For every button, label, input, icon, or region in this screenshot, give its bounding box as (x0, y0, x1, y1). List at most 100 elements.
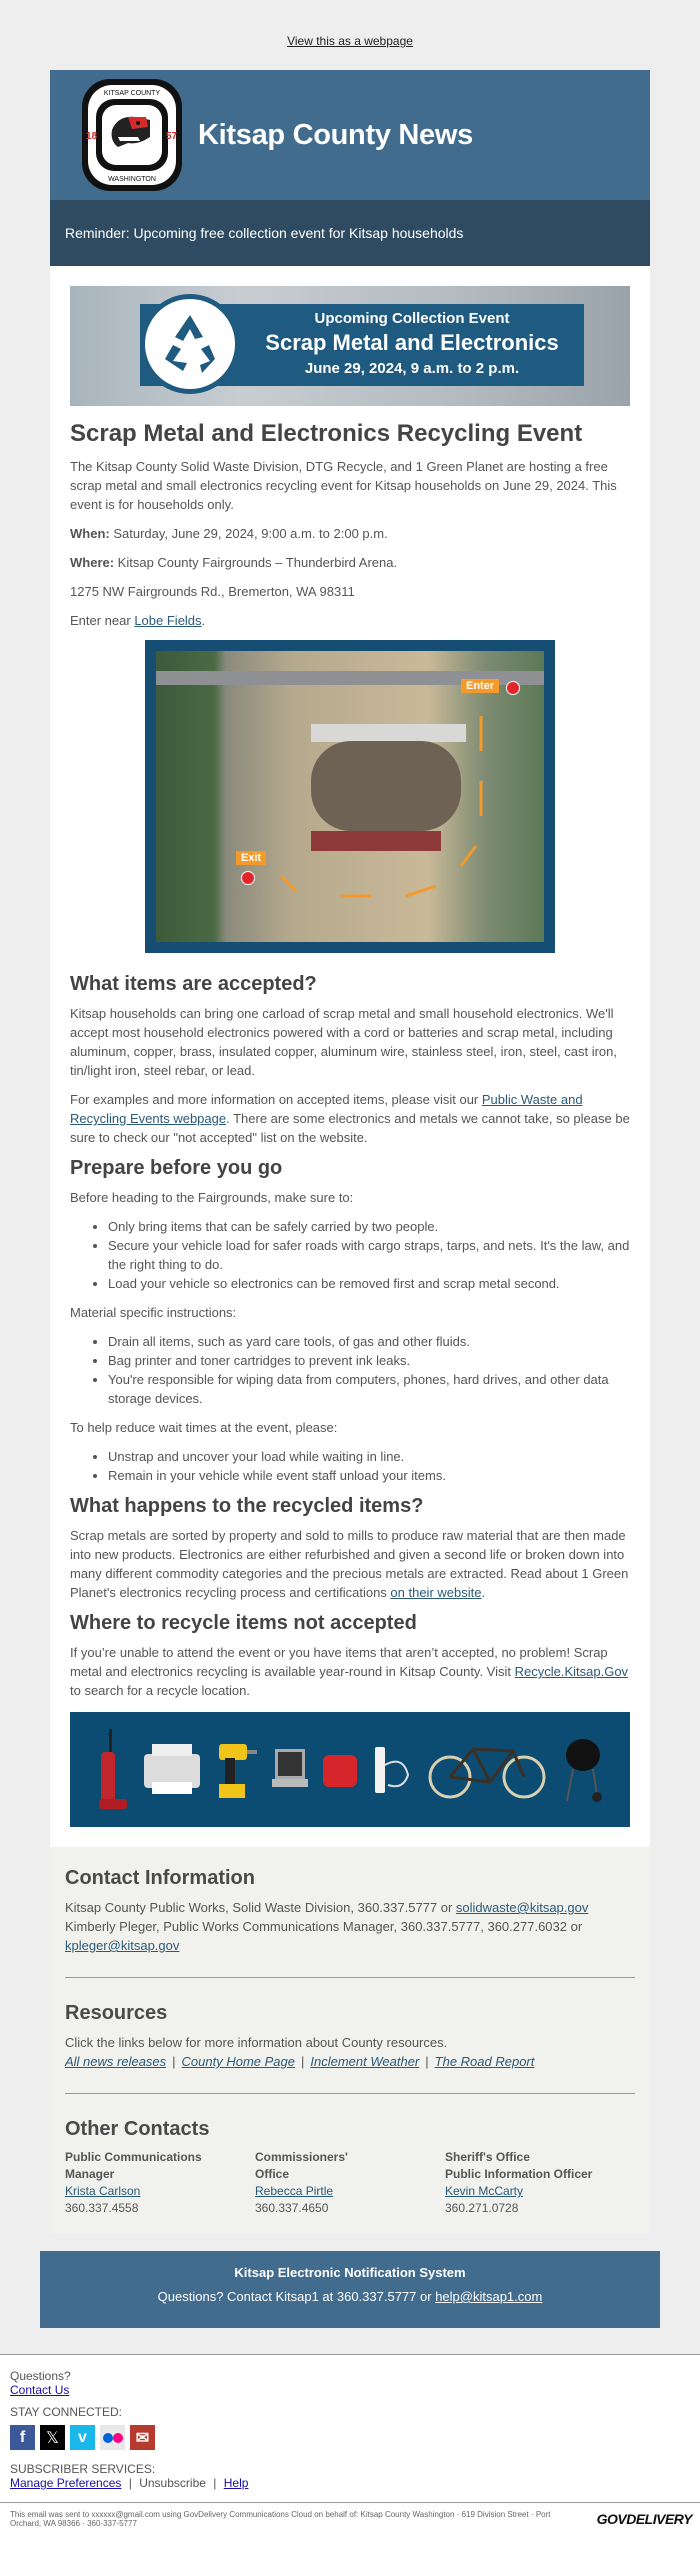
recycle-kitsap-link[interactable]: Recycle.Kitsap.Gov (515, 1664, 628, 1679)
enter-near-prefix: Enter near (70, 613, 135, 628)
printer-icon (144, 1744, 201, 1794)
svg-text:18: 18 (86, 131, 98, 142)
manage-preferences-link[interactable]: Manage Preferences (10, 2476, 121, 2490)
vimeo-icon[interactable]: v (70, 2425, 95, 2450)
divider (65, 2093, 635, 2094)
contact-role: Public Information Officer (445, 2167, 593, 2181)
inclement-weather-link[interactable]: Inclement Weather (310, 2054, 419, 2069)
where-paragraph: Where: Kitsap County Fairgrounds – Thund… (70, 553, 630, 572)
accepted-info-paragraph: For examples and more information on acc… (70, 1090, 630, 1147)
contact-name-link[interactable]: Rebecca Pirtle (255, 2184, 333, 2198)
contact-role: Public Communications (65, 2150, 202, 2164)
svg-text:57: 57 (166, 131, 178, 142)
kens-contact: Questions? Contact Kitsap1 at 360.337.57… (40, 2289, 660, 2304)
when-paragraph: When: Saturday, June 29, 2024, 9:00 a.m.… (70, 524, 630, 543)
contact-name-link[interactable]: Kevin McCarty (445, 2184, 523, 2198)
material-list: Drain all items, such as yard care tools… (108, 1332, 630, 1408)
newsletter-title: Kitsap County News (198, 118, 473, 151)
other-contacts-grid: Public Communications Manager Krista Car… (65, 2149, 635, 2217)
view-webpage-row: View this as a webpage (0, 34, 700, 70)
contact-line-1-text: Kitsap County Public Works, Solid Waste … (65, 1900, 456, 1915)
banner-text: Upcoming Collection Event Scrap Metal an… (240, 304, 584, 386)
where-value: Kitsap County Fairgrounds – Thunderbird … (114, 555, 398, 570)
help-link[interactable]: Help (224, 2476, 249, 2490)
unsubscribe-link[interactable]: Unsubscribe (139, 2476, 206, 2490)
contact-heading: Contact Information (65, 1867, 255, 1889)
separator: | (301, 2054, 305, 2069)
x-icon[interactable]: 𝕏 (40, 2425, 65, 2450)
accepted-heading: What items are accepted? (70, 973, 317, 995)
svg-text:KITSAP COUNTY: KITSAP COUNTY (104, 90, 161, 97)
resources-heading: Resources (65, 2002, 168, 2024)
contact-column: Sheriff's Office Public Information Offi… (445, 2149, 635, 2217)
green-planet-website-link[interactable]: on their website (390, 1585, 481, 1600)
separator: | (425, 2054, 429, 2069)
recycled-paragraph: Scrap metals are sorted by property and … (70, 1526, 630, 1602)
list-item: Load your vehicle so electronics can be … (108, 1274, 630, 1293)
resources-intro: Click the links below for more informati… (65, 2035, 448, 2050)
recycled-text: Scrap metals are sorted by property and … (70, 1528, 629, 1600)
govdelivery-logo: GOVDELIVERY (596, 2511, 693, 2527)
divider (65, 1977, 635, 1978)
toaster-icon (323, 1754, 358, 1787)
address: 1275 NW Fairgrounds Rd., Bremerton, WA 9… (70, 584, 355, 599)
prepare-intro: Before heading to the Fairgrounds, make … (70, 1190, 354, 1205)
kens-title: Kitsap Electronic Notification System (234, 2265, 466, 2280)
prepare-list: Only bring items that can be safely carr… (108, 1217, 630, 1293)
kitsap-county-seal-logo: 18 57 KITSAP COUNTY WASHINGTON (78, 75, 186, 195)
questions-label: Questions? (10, 2369, 71, 2383)
contact-footer: Contact Information Kitsap County Public… (50, 1847, 650, 2233)
social-links: f 𝕏 v ✉ (10, 2425, 690, 2450)
contact-phone: 360.337.4558 (65, 2201, 139, 2215)
article-title: Scrap Metal and Electronics Recycling Ev… (70, 420, 583, 447)
not-accepted-suffix: to search for a recycle location. (70, 1683, 250, 1698)
contact-column: Public Communications Manager Krista Car… (65, 2149, 255, 2217)
list-item: Remain in your vehicle while event staff… (108, 1466, 630, 1485)
laptop-icon (271, 1749, 308, 1787)
notification-system-bar: Kitsap Electronic Notification System Qu… (40, 2251, 660, 2328)
aerial-map: Enter Exit (156, 651, 544, 942)
kitsap1-email-link[interactable]: help@kitsap1.com (435, 2289, 542, 2304)
list-item: Bag printer and toner cartridges to prev… (108, 1351, 630, 1370)
sent-notice-text: This email was sent to xxxxxx@gmail.com … (10, 2510, 551, 2528)
where-label: Where: (70, 555, 115, 570)
vacuum-icon (99, 1729, 128, 1809)
lobe-fields-link[interactable]: Lobe Fields (134, 613, 201, 628)
fairgrounds-map-image: Enter Exit (145, 640, 555, 953)
contact-name-link[interactable]: Krista Carlson (65, 2184, 140, 2198)
contact-phone: 360.271.0728 (445, 2201, 519, 2215)
all-news-releases-link[interactable]: All news releases (65, 2054, 166, 2069)
contact-role: Manager (65, 2167, 115, 2181)
material-intro: Material specific instructions: (70, 1305, 237, 1320)
sent-notice: This email was sent to xxxxxx@gmail.com … (0, 2502, 700, 2546)
contact-role: Sheriff's Office (445, 2150, 530, 2164)
power-strip-icon (375, 1746, 410, 1793)
kpleger-email-link[interactable]: kpleger@kitsap.gov (65, 1938, 179, 1953)
svg-text:WASHINGTON: WASHINGTON (108, 176, 156, 183)
flickr-icon[interactable] (100, 2425, 125, 2450)
grill-icon (565, 1738, 602, 1802)
contact-us-link[interactable]: Contact Us (10, 2383, 69, 2397)
email-icon[interactable]: ✉ (130, 2425, 155, 2450)
contact-role: Commissioners' (255, 2150, 348, 2164)
facebook-icon[interactable]: f (10, 2425, 35, 2450)
enter-near-suffix: . (201, 613, 206, 628)
masthead: 18 57 KITSAP COUNTY WASHINGTON Kitsap Co… (50, 70, 650, 200)
contact-line-2: Kimberly Pleger, Public Works Communicat… (65, 1917, 635, 1955)
article-intro: The Kitsap County Solid Waste Division, … (70, 459, 617, 512)
solidwaste-email-link[interactable]: solidwaste@kitsap.gov (456, 1900, 588, 1915)
event-banner-image: Upcoming Collection Event Scrap Metal an… (70, 286, 630, 406)
drill-icon (218, 1743, 257, 1798)
email-container: 18 57 KITSAP COUNTY WASHINGTON Kitsap Co… (50, 70, 650, 2233)
list-item: Secure your vehicle load for safer roads… (108, 1236, 630, 1274)
route-arrows-icon (279, 716, 483, 898)
bicycle-icon (428, 1747, 546, 1799)
not-accepted-paragraph: If you’re unable to attend the event or … (70, 1643, 630, 1700)
view-webpage-link[interactable]: View this as a webpage (287, 34, 413, 48)
list-item: You're responsible for wiping data from … (108, 1370, 630, 1408)
prepare-heading: Prepare before you go (70, 1157, 283, 1179)
other-contacts-heading: Other Contacts (65, 2118, 210, 2140)
road-report-link[interactable]: The Road Report (435, 2054, 535, 2069)
reminder-bar: Reminder: Upcoming free collection event… (50, 200, 650, 266)
county-home-page-link[interactable]: County Home Page (182, 2054, 295, 2069)
